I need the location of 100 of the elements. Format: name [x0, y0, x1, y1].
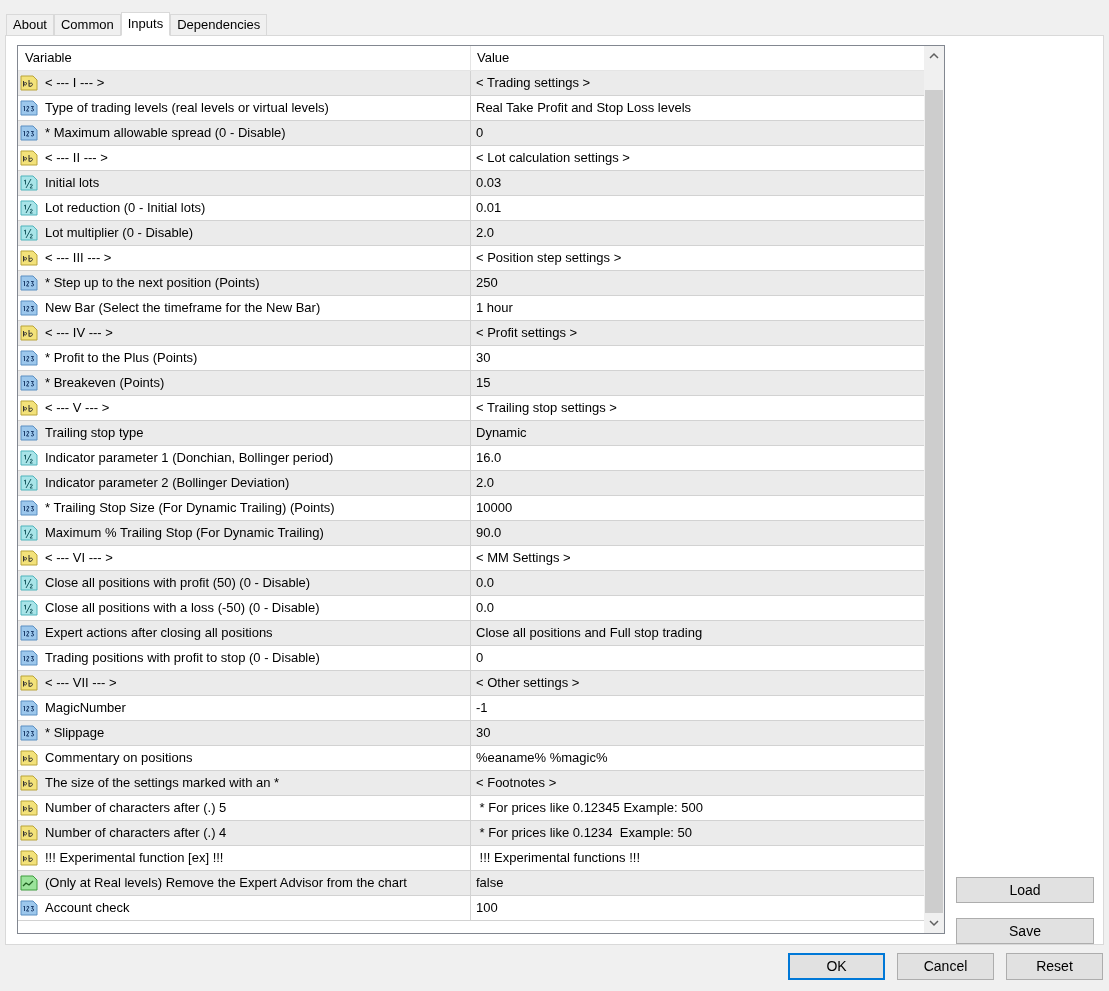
number-type-icon: [20, 424, 38, 442]
number-type-icon: [20, 499, 38, 517]
variable-value[interactable]: -1: [476, 698, 488, 718]
variable-value[interactable]: < Trading settings >: [476, 73, 591, 93]
variable-name: Type of trading levels (real levels or virtual levels): [45, 99, 329, 118]
variable-name: < --- VII --- >: [45, 674, 117, 693]
variable-value[interactable]: < Position step settings >: [476, 248, 622, 268]
variable-name: Account check: [45, 899, 130, 918]
text-type-icon: [20, 74, 38, 92]
variable-value[interactable]: Close all positions and Full stop trading: [476, 623, 703, 643]
variable-name: * Slippage: [45, 724, 105, 743]
variable-name: Initial lots: [45, 174, 100, 193]
fraction-type-icon: [20, 449, 38, 467]
variable-name: New Bar (Select the timeframe for the New Bar): [45, 299, 321, 318]
variable-value[interactable]: 10000: [476, 498, 513, 518]
variable-value[interactable]: 2.0: [476, 473, 495, 493]
text-type-icon: [20, 249, 38, 267]
tab[interactable]: About: [6, 14, 54, 35]
number-type-icon: [20, 699, 38, 717]
number-type-icon: [20, 624, 38, 642]
number-type-icon: [20, 724, 38, 742]
number-type-icon: [20, 124, 38, 142]
text-type-icon: [20, 849, 38, 867]
variable-name: < --- I --- >: [45, 74, 105, 93]
variable-value[interactable]: 90.0: [476, 523, 502, 543]
variable-value[interactable]: Dynamic: [476, 423, 527, 443]
variable-value[interactable]: 15: [476, 373, 491, 393]
variable-value[interactable]: 250: [476, 273, 498, 293]
variable-value[interactable]: Real Take Profit and Stop Loss levels: [476, 98, 692, 118]
tab[interactable]: Dependencies: [170, 14, 268, 35]
column-header[interactable]: Value: [471, 46, 924, 70]
fraction-type-icon: [20, 474, 38, 492]
text-type-icon: [20, 399, 38, 417]
number-type-icon: [20, 349, 38, 367]
text-type-icon: [20, 674, 38, 692]
variable-name: Number of characters after (.) 4: [45, 824, 227, 843]
variable-value[interactable]: !!! Experimental functions !!!: [476, 848, 641, 868]
side-button[interactable]: Save: [956, 918, 1094, 944]
variable-value[interactable]: 30: [476, 348, 491, 368]
variable-name: (Only at Real levels) Remove the Expert Advisor from the chart: [45, 874, 407, 893]
dialog-button[interactable]: Reset: [1006, 953, 1103, 980]
variable-value[interactable]: 30: [476, 723, 491, 743]
text-type-icon: [20, 324, 38, 342]
variable-value[interactable]: 16.0: [476, 448, 502, 468]
number-type-icon: [20, 649, 38, 667]
variable-name: !!! Experimental function [ex] !!!: [45, 849, 224, 868]
tab[interactable]: Common: [54, 14, 121, 35]
dialog-button[interactable]: OK: [788, 953, 885, 980]
variable-value[interactable]: 0: [476, 648, 484, 668]
variable-value[interactable]: 2.0: [476, 223, 495, 243]
variable-value[interactable]: * For prices like 0.1234 Example: 50: [476, 823, 693, 843]
fraction-type-icon: [20, 224, 38, 242]
variable-value[interactable]: < Lot calculation settings >: [476, 148, 630, 168]
variable-value[interactable]: %eaname% %magic%: [476, 748, 608, 768]
variable-name: < --- IV --- >: [45, 324, 113, 343]
variable-name: Number of characters after (.) 5: [45, 799, 227, 818]
variable-name: < --- VI --- >: [45, 549, 113, 568]
variable-name: < --- V --- >: [45, 399, 110, 418]
variable-value[interactable]: 0: [476, 123, 484, 143]
variable-name: MagicNumber: [45, 699, 126, 718]
variable-value[interactable]: 0.0: [476, 573, 495, 593]
variable-name: Trading positions with profit to stop (0 - Disable): [45, 649, 320, 668]
scroll-thumb[interactable]: [925, 90, 943, 913]
number-type-icon: [20, 274, 38, 292]
variable-value[interactable]: < Profit settings >: [476, 323, 578, 343]
variable-value[interactable]: < Trailing stop settings >: [476, 398, 617, 418]
variable-name: Trailing stop type: [45, 424, 144, 443]
side-button[interactable]: Load: [956, 877, 1094, 903]
variable-name: Close all positions with profit (50) (0 - Disable): [45, 574, 311, 593]
variable-name: < --- II --- >: [45, 149, 108, 168]
dialog-button[interactable]: Cancel: [897, 953, 994, 980]
fraction-type-icon: [20, 574, 38, 592]
variable-name: The size of the settings marked with an *: [45, 774, 280, 793]
variable-name: < --- III --- >: [45, 249, 112, 268]
number-type-icon: [20, 99, 38, 117]
tab[interactable]: Inputs: [120, 12, 171, 36]
variable-name: Expert actions after closing all positions: [45, 624, 273, 643]
variable-value[interactable]: < MM Settings >: [476, 548, 571, 568]
variable-value[interactable]: false: [476, 873, 504, 893]
number-type-icon: [20, 299, 38, 317]
variable-name: * Profit to the Plus (Points): [45, 349, 198, 368]
scrollbar[interactable]: [924, 46, 944, 933]
variable-value[interactable]: 0.03: [476, 173, 502, 193]
variable-value[interactable]: 0.0: [476, 598, 495, 618]
fraction-type-icon: [20, 174, 38, 192]
variable-value[interactable]: 100: [476, 898, 498, 918]
variable-value[interactable]: * For prices like 0.12345 Example: 500: [476, 798, 703, 818]
text-type-icon: [20, 749, 38, 767]
text-type-icon: [20, 774, 38, 792]
variable-value[interactable]: < Footnotes >: [476, 773, 557, 793]
fraction-type-icon: [20, 599, 38, 617]
text-type-icon: [20, 824, 38, 842]
column-header[interactable]: Variable: [18, 46, 471, 70]
variable-name: Lot reduction (0 - Initial lots): [45, 199, 206, 218]
text-type-icon: [20, 799, 38, 817]
variable-name: Indicator parameter 2 (Bollinger Deviation): [45, 474, 290, 493]
variable-value[interactable]: 1 hour: [476, 298, 513, 318]
variable-value[interactable]: < Other settings >: [476, 673, 580, 693]
variable-value[interactable]: 0.01: [476, 198, 502, 218]
number-type-icon: [20, 899, 38, 917]
